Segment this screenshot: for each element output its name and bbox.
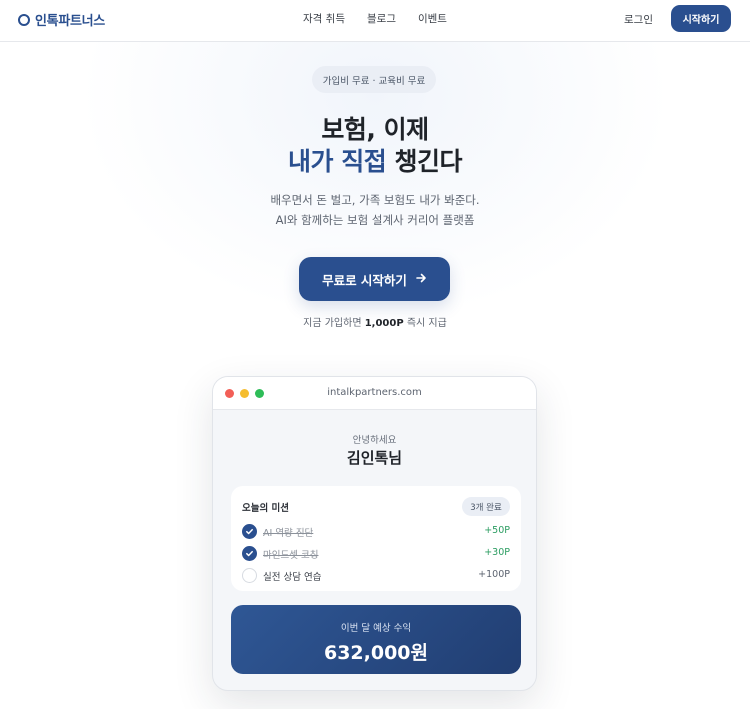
start-free-button[interactable]: 무료로 시작하기 [299,257,450,301]
mission-label: AI 역량 진단 [263,528,314,539]
signup-bonus-note: 지금 가입하면 1,000P 즉시 지급 [0,314,750,329]
user-name: 김인톡님 [346,449,403,467]
menu-item-certification[interactable]: 자격 취득 [303,11,345,26]
bonus-prefix: 지금 가입하면 [303,318,365,329]
mission-label: 마인드셋 코칭 [263,550,319,561]
start-button[interactable]: 시작하기 [671,5,731,32]
mission-item: 마인드셋 코칭 +30P [242,546,510,562]
menu-item-blog[interactable]: 블로그 [367,11,396,26]
earnings-value: 632,000원 [323,642,429,664]
hero-title-accent: 내가 직접 [288,147,387,176]
bonus-suffix: 즉시 지급 [403,318,447,329]
mission-points: +50P [484,525,510,536]
hero-subtitle-line2: AI와 함께하는 보험 설계사 커리어 플랫폼 [275,213,475,227]
menu-item-events[interactable]: 이벤트 [418,11,447,26]
greeting: 안녕하세요 [352,435,397,446]
monthly-earnings-card: 이번 달 예상 수익 632,000원 [231,605,521,674]
empty-circle-icon [242,568,257,583]
hero-title-rest: 챙긴다 [386,147,462,176]
free-badge: 가입비 무료 · 교육비 무료 [312,66,436,93]
arrow-right-icon [415,272,427,287]
login-link[interactable]: 로그인 [624,12,653,27]
checked-circle-icon [242,524,257,539]
top-nav: 인톡파트너스 자격 취득 블로그 이벤트 로그인 시작하기 [0,0,750,42]
earnings-label: 이번 달 예상 수익 [340,623,412,634]
hero-title-line2: 내가 직접 챙긴다 [0,142,750,178]
cta-label: 무료로 시작하기 [322,272,407,288]
mission-item: AI 역량 진단 +50P [242,524,510,540]
checked-circle-icon [242,546,257,561]
completed-count-badge: 3개 완료 [462,497,510,516]
daily-mission-card: 오늘의 미션 3개 완료 AI 역량 진단 +50P 마인드셋 코칭 +30P … [231,486,521,591]
browser-url: intalkpartners.com [327,387,422,398]
hero-title-line1: 보험, 이제 [321,115,429,144]
mission-item: 실전 상담 연습 +100P [242,568,510,584]
app-preview-window: intalkpartners.com 안녕하세요 김인톡님 오늘의 미션 3개 … [212,376,537,691]
mission-title: 오늘의 미션 [242,503,290,514]
browser-titlebar: intalkpartners.com [213,377,536,410]
mission-points: +100P [478,569,510,580]
mission-label: 실전 상담 연습 [263,572,322,583]
bonus-amount: 1,000P [364,318,404,329]
mission-points: +30P [484,547,510,558]
hero-subtitle-line1: 배우면서 돈 벌고, 가족 보험도 내가 봐준다. [270,193,480,207]
